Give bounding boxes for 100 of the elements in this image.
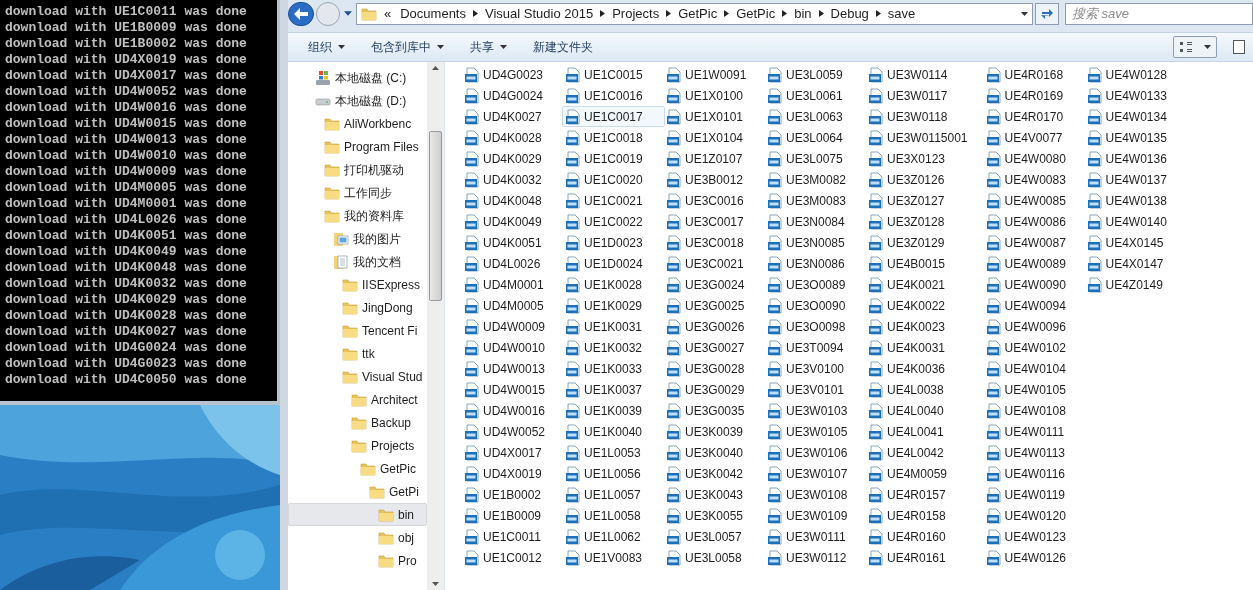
file-item[interactable]: UE4V0077 [982,127,1086,148]
file-item[interactable]: UE3B0012 [663,169,766,190]
file-item[interactable]: UE4W0090 [982,274,1086,295]
file-item[interactable]: UE4W0116 [982,463,1086,484]
file-item[interactable]: UD4K0032 [461,169,564,190]
file-item[interactable]: UD4M0005 [461,295,564,316]
file-item[interactable]: UE4M0059 [865,463,985,484]
file-item[interactable]: UE3L0061 [764,85,867,106]
file-item[interactable]: UE1K0028 [562,274,665,295]
tree-item[interactable]: IISExpress [288,273,427,296]
file-item[interactable]: UE4L0042 [865,442,985,463]
file-item[interactable]: UE3T0094 [764,337,867,358]
file-item[interactable]: UD4K0029 [461,148,564,169]
file-item[interactable]: UE1K0029 [562,295,665,316]
history-caret-icon[interactable] [344,11,352,16]
file-item[interactable]: UE4K0021 [865,274,985,295]
file-item[interactable]: UE1L0057 [562,484,665,505]
tree-item[interactable]: Architect [288,388,427,411]
file-item[interactable]: UE3Z0127 [865,190,985,211]
file-item[interactable]: UE3L0058 [663,547,766,568]
file-item[interactable]: UE4W0113 [982,442,1086,463]
search-input[interactable]: 搜索 save [1072,3,1246,24]
file-item[interactable]: UE4K0036 [865,358,985,379]
file-item[interactable]: UE3C0017 [663,211,766,232]
breadcrumb[interactable]: Projects [612,3,660,24]
file-item[interactable]: UE4W0126 [982,547,1086,568]
file-item[interactable]: UE3O0090 [764,295,867,316]
file-item[interactable]: UD4W0013 [461,358,564,379]
breadcrumb[interactable]: save [887,3,916,24]
tree-item[interactable]: 本地磁盘 (D:) [288,89,427,112]
file-item[interactable]: UE1X0104 [663,127,766,148]
file-item[interactable]: UE3M0083 [764,190,867,211]
file-item[interactable]: UE3C0018 [663,232,766,253]
file-item[interactable]: UE4W0087 [982,232,1086,253]
file-item[interactable]: UE4Z0149 [1083,274,1187,295]
file-item[interactable]: UE3W0112 [764,547,867,568]
file-item[interactable]: UE3X0123 [865,148,985,169]
file-item[interactable]: UE1L0056 [562,463,665,484]
file-item[interactable]: UE4L0040 [865,400,985,421]
file-item[interactable]: UE4W0119 [982,484,1086,505]
file-item[interactable]: UD4W0010 [461,337,564,358]
file-item[interactable]: UE3Z0129 [865,232,985,253]
file-item[interactable]: UE1L0062 [562,526,665,547]
file-item[interactable]: UE1B0002 [461,484,564,505]
file-item[interactable]: UD4W0052 [461,421,564,442]
file-item[interactable]: UE1C0016 [562,85,665,106]
search-field[interactable]: 搜索 save [1065,2,1253,25]
toolbar-button[interactable]: 组织 [300,35,353,59]
refresh-button[interactable] [1035,2,1059,25]
file-item[interactable]: UE4R0158 [865,505,985,526]
file-item[interactable]: UE3W0109 [764,505,867,526]
tree-item[interactable]: 我的图片 [288,227,427,250]
back-button[interactable] [288,1,314,26]
file-item[interactable]: UD4G0024 [461,85,564,106]
file-item[interactable]: UE3Z0126 [865,169,985,190]
file-item[interactable]: UE3L0064 [764,127,867,148]
file-item[interactable]: UE4X0145 [1083,232,1187,253]
file-item[interactable]: UE4W0140 [1083,211,1187,232]
tree-item[interactable]: JingDong [288,296,427,319]
tree-item[interactable]: Pro [288,549,427,572]
file-item[interactable]: UE1W0091 [663,64,766,85]
file-item[interactable]: UE1K0040 [562,421,665,442]
tree-item[interactable]: 我的资料库 [288,204,427,227]
file-item[interactable]: UE4B0015 [865,253,985,274]
file-item[interactable]: UE3W0107 [764,463,867,484]
tree-item[interactable]: 打印机驱动 [288,158,427,181]
file-item[interactable]: UE1K0031 [562,316,665,337]
address-overflow[interactable]: « [384,3,392,24]
file-item[interactable]: UE1X0101 [663,106,766,127]
file-item[interactable]: UE3W0115001 [865,127,985,148]
file-item[interactable]: UE4W0128 [1083,64,1187,85]
file-item[interactable]: UE1L0058 [562,505,665,526]
file-item[interactable]: UE4W0096 [982,316,1086,337]
file-item[interactable]: UE3W0105 [764,421,867,442]
file-item[interactable]: UE3W0108 [764,484,867,505]
file-item[interactable]: UD4L0026 [461,253,564,274]
file-item[interactable]: UE3K0042 [663,463,766,484]
file-item[interactable]: UE3G0028 [663,358,766,379]
tree-item[interactable]: bin [288,503,427,526]
tree-item[interactable]: GetPi [288,480,427,503]
file-item[interactable]: UE1C0022 [562,211,665,232]
file-item[interactable]: UE3L0063 [764,106,867,127]
file-item[interactable]: UE4R0157 [865,484,985,505]
file-item[interactable]: UE1K0032 [562,337,665,358]
file-item[interactable]: UE4W0135 [1083,127,1187,148]
file-item[interactable]: UD4K0048 [461,190,564,211]
file-item[interactable]: UD4G0023 [461,64,564,85]
file-item[interactable]: UE4W0120 [982,505,1086,526]
file-item[interactable]: UE3G0029 [663,379,766,400]
file-item[interactable]: UE3C0021 [663,253,766,274]
file-item[interactable]: UE4K0022 [865,295,985,316]
tree-item[interactable]: 本地磁盘 (C:) [288,66,427,89]
file-item[interactable]: UE3W0114 [865,64,985,85]
file-item[interactable]: UE3L0059 [764,64,867,85]
file-item[interactable]: UE4R0170 [982,106,1086,127]
file-item[interactable]: UE3K0040 [663,442,766,463]
breadcrumb[interactable]: Visual Studio 2015 [485,3,594,24]
file-item[interactable]: UD4K0027 [461,106,564,127]
toolbar-button[interactable]: 包含到库中 [363,35,452,59]
scroll-up-icon[interactable] [432,66,439,70]
